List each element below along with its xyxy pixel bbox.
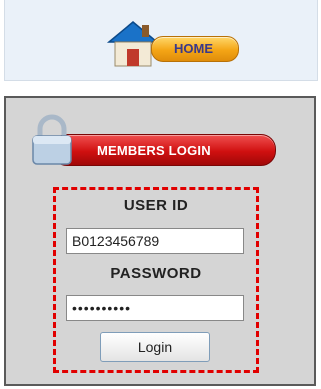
members-login-banner: MEMBERS LOGIN bbox=[28, 112, 278, 168]
home-button[interactable]: HOME bbox=[151, 36, 239, 62]
password-label: PASSWORD bbox=[110, 265, 202, 282]
home-button-label: HOME bbox=[174, 41, 213, 56]
members-login-button[interactable]: MEMBERS LOGIN bbox=[52, 134, 276, 166]
members-login-label: MEMBERS LOGIN bbox=[97, 143, 211, 158]
header-panel: HOME bbox=[4, 0, 318, 81]
password-input[interactable] bbox=[66, 295, 244, 321]
user-id-input[interactable] bbox=[66, 228, 244, 254]
home-link[interactable]: HOME bbox=[105, 16, 245, 70]
user-id-label: USER ID bbox=[123, 197, 189, 214]
padlock-icon bbox=[32, 114, 72, 165]
login-button[interactable]: Login bbox=[100, 332, 210, 362]
